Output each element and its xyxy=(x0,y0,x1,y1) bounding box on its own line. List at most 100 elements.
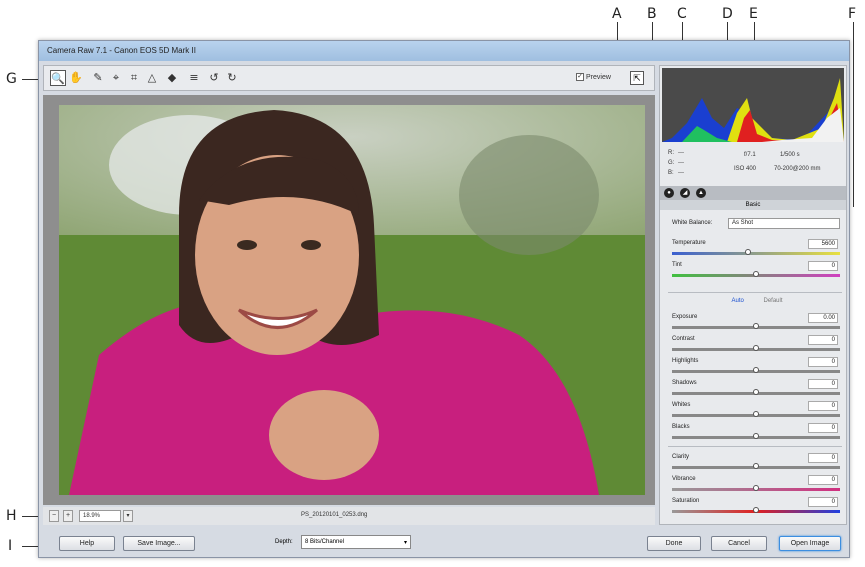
straighten-tool-icon[interactable]: △ xyxy=(144,70,160,86)
camera-raw-window: Camera Raw 7.1 - Canon EOS 5D Mark II 🔍 ✋… xyxy=(38,40,850,558)
zoom-tool-icon[interactable]: 🔍 xyxy=(50,70,66,86)
zoom-dropdown-arrow[interactable]: ▾ xyxy=(123,510,133,522)
slider-value-field[interactable]: 5600 xyxy=(808,239,838,249)
slider-thumb[interactable] xyxy=(744,249,751,255)
default-link[interactable]: Default xyxy=(764,298,783,304)
depth-select[interactable]: 8 Bits/Channel ▾ xyxy=(301,535,411,549)
slider-track[interactable] xyxy=(672,367,840,373)
slider-track[interactable] xyxy=(672,389,840,395)
white-balance-label: White Balance: xyxy=(672,220,713,226)
slider-label: Highlights xyxy=(672,358,699,364)
g-value: --- xyxy=(678,160,684,166)
slider-value-field[interactable]: 0 xyxy=(808,475,838,485)
zoom-level-field[interactable]: 18.9% xyxy=(79,510,121,522)
auto-link[interactable]: Auto xyxy=(731,298,743,304)
white-balance-select[interactable]: As Shot xyxy=(728,218,840,229)
slider-label: Whites xyxy=(672,402,691,408)
done-button[interactable]: Done xyxy=(647,536,701,551)
slider-thumb[interactable] xyxy=(753,345,759,351)
slider-value-field[interactable]: 0 xyxy=(808,497,838,507)
crop-tool-icon[interactable]: ⌗ xyxy=(126,70,142,86)
b-label: B: xyxy=(668,170,674,176)
slider-value-field[interactable]: 0 xyxy=(808,423,838,433)
callout-h: H xyxy=(6,508,17,524)
slider-thumb[interactable] xyxy=(753,411,759,417)
callout-d: D xyxy=(722,6,733,22)
slider-value-field[interactable]: 0 xyxy=(808,453,838,463)
histogram xyxy=(662,68,844,142)
slider-thumb[interactable] xyxy=(753,271,759,277)
callout-f: F xyxy=(848,6,857,22)
slider-row: Highlights 0 xyxy=(672,357,842,367)
preview-image[interactable] xyxy=(59,105,645,495)
callout-b: B xyxy=(647,6,657,22)
callout-g: G xyxy=(6,71,17,87)
g-label: G: xyxy=(668,160,675,166)
preferences-icon[interactable]: ≡ xyxy=(186,70,202,86)
hand-tool-icon[interactable]: ✋ xyxy=(68,70,84,86)
callout-i: I xyxy=(8,538,13,554)
cancel-button[interactable]: Cancel xyxy=(711,536,767,551)
depth-value: 8 Bits/Channel xyxy=(305,539,345,545)
slider-thumb[interactable] xyxy=(753,389,759,395)
auto-default-row: Auto Default xyxy=(672,298,842,304)
slider-value-field[interactable]: 0 xyxy=(808,379,838,389)
tone-curve-tab-icon[interactable]: ◢ xyxy=(680,188,690,198)
slider-track[interactable] xyxy=(672,433,840,439)
slider-value-field[interactable]: 0 xyxy=(808,261,838,271)
r-value: --- xyxy=(678,150,684,156)
slider-thumb[interactable] xyxy=(753,507,759,513)
slider-row: Whites 0 xyxy=(672,401,842,411)
rotate-ccw-icon[interactable]: ↺ xyxy=(206,70,222,86)
slider-row: Saturation 0 xyxy=(672,497,842,507)
detail-tab-icon[interactable]: ▲ xyxy=(696,188,706,198)
slider-value-field[interactable]: 0 xyxy=(808,357,838,367)
slider-row: Temperature 5600 xyxy=(672,239,842,249)
slider-track[interactable] xyxy=(672,249,840,255)
callout-e: E xyxy=(749,6,758,22)
slider-track[interactable] xyxy=(672,345,840,351)
slider-label: Shadows xyxy=(672,380,697,386)
open-image-button[interactable]: Open Image xyxy=(779,536,841,551)
basic-tab-icon[interactable]: ● xyxy=(664,188,674,198)
white-balance-tool-icon[interactable]: ✎ xyxy=(90,70,106,86)
slider-track[interactable] xyxy=(672,411,840,417)
panel-tabs: ● ◢ ▲ xyxy=(660,186,846,200)
slider-thumb[interactable] xyxy=(753,323,759,329)
preview-checkbox[interactable]: ✓ Preview xyxy=(576,73,611,81)
slider-track[interactable] xyxy=(672,507,840,513)
b-value: --- xyxy=(678,170,684,176)
preview-check-icon[interactable]: ✓ xyxy=(576,73,584,81)
info-readout: R: --- G: --- B: --- f/7.1 1/500 s ISO 4… xyxy=(662,146,844,186)
slider-thumb[interactable] xyxy=(753,485,759,491)
slider-thumb[interactable] xyxy=(753,367,759,373)
slider-row: Contrast 0 xyxy=(672,335,842,345)
zoom-out-button[interactable]: − xyxy=(49,510,59,522)
slider-label: Saturation xyxy=(672,498,700,504)
slider-value-field[interactable]: 0 xyxy=(808,335,838,345)
fullscreen-icon[interactable]: ⇱ xyxy=(630,71,644,85)
color-sampler-tool-icon[interactable]: ⌖ xyxy=(108,70,124,86)
help-button[interactable]: Help xyxy=(59,536,115,551)
slider-row: Tint 0 xyxy=(672,261,842,271)
shutter: 1/500 s xyxy=(780,152,800,158)
panel-header: Basic xyxy=(660,200,846,210)
slider-value-field[interactable]: 0 xyxy=(808,401,838,411)
targeted-adjustment-tool-icon[interactable]: ◆ xyxy=(164,70,180,86)
slider-row: Exposure 0.00 xyxy=(672,313,842,323)
callout-c: C xyxy=(677,6,687,22)
slider-label: Blacks xyxy=(672,424,690,430)
slider-track[interactable] xyxy=(672,323,840,329)
slider-thumb[interactable] xyxy=(753,433,759,439)
slider-track[interactable] xyxy=(672,271,840,277)
rotate-cw-icon[interactable]: ↻ xyxy=(224,70,240,86)
slider-value-field[interactable]: 0.00 xyxy=(808,313,838,323)
zoom-in-button[interactable]: + xyxy=(63,510,73,522)
slider-track[interactable] xyxy=(672,485,840,491)
window-title: Camera Raw 7.1 - Canon EOS 5D Mark II xyxy=(39,41,849,61)
slider-label: Clarity xyxy=(672,454,690,460)
slider-track[interactable] xyxy=(672,463,840,469)
slider-thumb[interactable] xyxy=(753,463,759,469)
toolbar: 🔍 ✋ ✎ ⌖ ⌗ △ ◆ ≡ ↺ ↻ ✓ Preview ⇱ xyxy=(43,65,655,91)
save-image-button[interactable]: Save Image... xyxy=(123,536,195,551)
